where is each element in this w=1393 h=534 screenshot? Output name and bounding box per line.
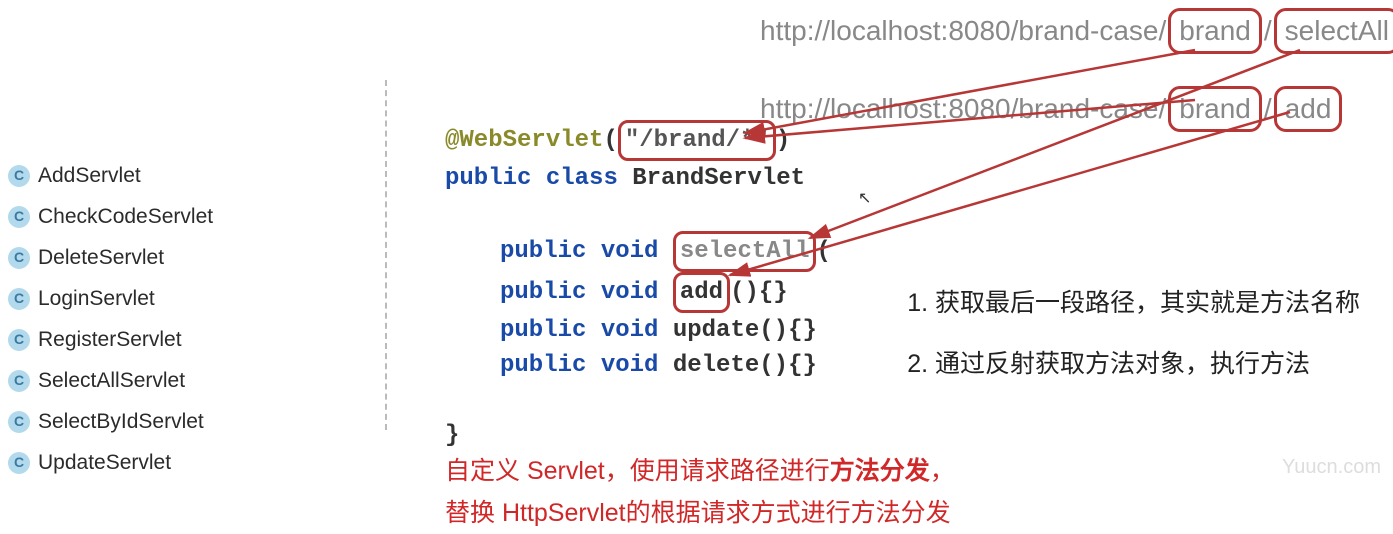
class-name: BrandServlet — [632, 165, 805, 192]
url-path-add: add — [1274, 86, 1343, 132]
file-label: CheckCodeServlet — [38, 199, 213, 234]
file-item[interactable]: C AddServlet — [0, 155, 300, 196]
file-label: LoginServlet — [38, 281, 155, 316]
file-label: SelectAllServlet — [38, 363, 185, 398]
url-path-brand: brand — [1168, 8, 1262, 54]
class-icon: C — [8, 370, 30, 392]
kw-void: void — [601, 352, 659, 379]
step-1: 获取最后一段路径，其实就是方法名称 — [935, 283, 1360, 319]
class-icon: C — [8, 452, 30, 474]
class-icon: C — [8, 329, 30, 351]
file-label: UpdateServlet — [38, 445, 171, 480]
method-update: update(){} — [673, 317, 817, 344]
paren: ( — [603, 127, 617, 154]
file-item[interactable]: C CheckCodeServlet — [0, 196, 300, 237]
kw-class: class — [546, 165, 618, 192]
method-add-box: add — [673, 272, 730, 313]
file-item[interactable]: C SelectAllServlet — [0, 360, 300, 401]
class-icon: C — [8, 206, 30, 228]
kw-public: public — [500, 279, 586, 306]
summary-line1a: 自定义 Servlet，使用请求路径进行 — [445, 457, 830, 485]
tail: (){} — [730, 279, 788, 306]
kw-void: void — [601, 279, 659, 306]
file-label: RegisterServlet — [38, 322, 182, 357]
kw-public: public — [500, 317, 586, 344]
file-item[interactable]: C UpdateServlet — [0, 442, 300, 483]
step-2: 通过反射获取方法对象，执行方法 — [935, 344, 1360, 380]
watermark: Yuucn.com — [1282, 456, 1381, 479]
file-item[interactable]: C DeleteServlet — [0, 237, 300, 278]
tail: ( — [816, 238, 830, 265]
file-item[interactable]: C RegisterServlet — [0, 319, 300, 360]
code-block: @WebServlet("/brand/*") public class Bra… — [445, 120, 831, 453]
class-icon: C — [8, 411, 30, 433]
file-item[interactable]: C LoginServlet — [0, 278, 300, 319]
method-delete: delete(){} — [673, 352, 817, 379]
paren: ) — [776, 127, 790, 154]
brace-close: } — [445, 422, 459, 449]
kw-public: public — [500, 352, 586, 379]
class-icon: C — [8, 247, 30, 269]
annotation: @WebServlet — [445, 127, 603, 154]
class-icon: C — [8, 165, 30, 187]
kw-public: public — [500, 238, 586, 265]
url-row-2: http://localhost:8080/brand-case/brand/a… — [760, 86, 1393, 132]
file-label: DeleteServlet — [38, 240, 164, 275]
url-path-brand: brand — [1168, 86, 1262, 132]
summary-line1c: ， — [930, 457, 955, 485]
kw-void: void — [601, 238, 659, 265]
file-item[interactable]: C SelectByIdServlet — [0, 401, 300, 442]
vertical-divider — [385, 80, 387, 430]
file-list: C AddServlet C CheckCodeServlet C DeleteSer… — [0, 155, 300, 483]
servlet-path-box: "/brand/*" — [618, 120, 776, 161]
url-examples: http://localhost:8080/brand-case/brand/s… — [760, 8, 1393, 164]
kw-public: public — [445, 165, 531, 192]
summary-bold: 方法分发 — [830, 457, 930, 485]
method-selectall-box: selectAll — [673, 231, 817, 272]
file-label: SelectByIdServlet — [38, 404, 204, 439]
file-label: AddServlet — [38, 158, 141, 193]
url-path-selectall: selectAll — [1274, 8, 1393, 54]
summary-text: 自定义 Servlet，使用请求路径进行方法分发， 替换 HttpServlet… — [445, 450, 955, 534]
summary-line2: 替换 HttpServlet的根据请求方式进行方法分发 — [445, 492, 955, 534]
class-icon: C — [8, 288, 30, 310]
steps-list: 获取最后一段路径，其实就是方法名称 通过反射获取方法对象，执行方法 — [895, 258, 1360, 405]
kw-void: void — [601, 317, 659, 344]
url-row-1: http://localhost:8080/brand-case/brand/s… — [760, 8, 1393, 54]
url-prefix: http://localhost:8080/brand-case/ — [760, 15, 1166, 46]
cursor-icon: ↖ — [858, 188, 871, 208]
